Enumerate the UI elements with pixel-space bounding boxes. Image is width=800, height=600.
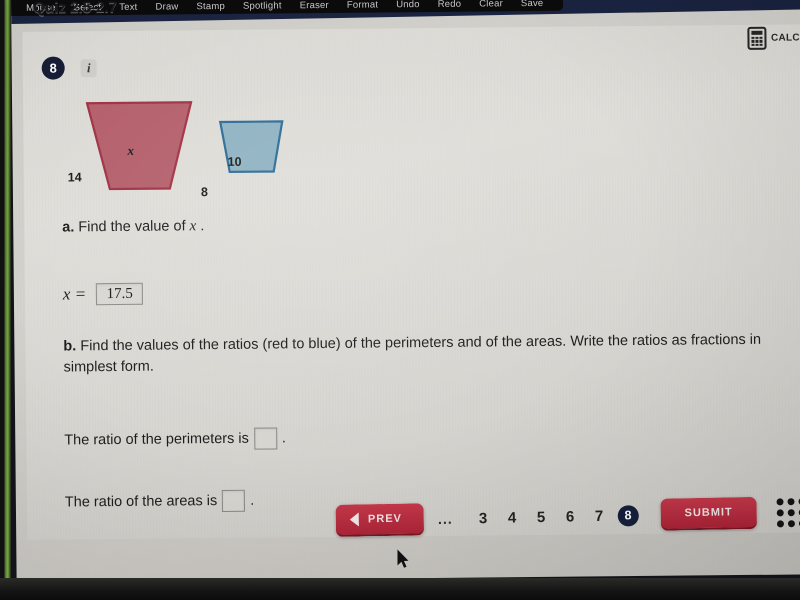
prev-button-label: PREV xyxy=(367,512,403,526)
perimeters-ratio-period: . xyxy=(281,430,286,447)
toolbar-item-save[interactable]: ▯ Save xyxy=(512,0,553,9)
figure-group: x 14 10 8 xyxy=(57,91,318,203)
question-header: 8 i xyxy=(41,56,97,80)
part-b-text: b. Find the values of the ratios (red to… xyxy=(63,330,789,379)
toolbar-label-format: Format xyxy=(346,0,379,11)
toolbar-label-redo: Redo xyxy=(437,0,462,10)
part-a-suffix: . xyxy=(196,218,205,235)
trapezoids-svg xyxy=(85,101,284,191)
toolbar-item-undo[interactable]: ↶ Undo xyxy=(387,0,429,10)
question-sheet: CALCU 8 i x 14 10 8 a. Find the value of… xyxy=(22,24,800,568)
toolbar-label-text: Text xyxy=(119,1,138,13)
grid-dots-icon[interactable] xyxy=(776,497,800,527)
page-link-3[interactable]: 3 xyxy=(468,509,497,527)
page-link-7[interactable]: 7 xyxy=(584,507,613,525)
bottom-bezel xyxy=(0,578,800,600)
blue-top-label: 10 xyxy=(227,154,242,169)
info-icon[interactable]: i xyxy=(80,58,97,77)
toolbar-item-draw[interactable]: ✎ Draw xyxy=(146,0,187,13)
page-link-6[interactable]: 6 xyxy=(555,508,584,526)
photo-frame: ▴ Mouse □ Select T Text ✎ Draw ■ Stamp ◉… xyxy=(0,0,800,600)
page-link-4[interactable]: 4 xyxy=(497,509,526,527)
toolbar-label-spotlight: Spotlight xyxy=(242,0,282,12)
blue-side-label: 8 xyxy=(200,185,208,200)
question-number-badge: 8 xyxy=(41,56,65,80)
submit-button[interactable]: SUBMIT xyxy=(660,496,758,531)
mouse-cursor xyxy=(397,549,409,568)
toolbar-label-eraser: Eraser xyxy=(299,0,329,12)
chevron-left-icon xyxy=(349,512,360,527)
toolbar-label-save: Save xyxy=(520,0,544,10)
calculator-label: CALCU xyxy=(770,32,800,44)
perimeters-ratio-label: The ratio of the perimeters is xyxy=(64,430,249,449)
page-link-current-8[interactable]: 8 xyxy=(617,504,639,527)
part-b-body: Find the values of the ratios (red to bl… xyxy=(63,331,762,376)
toolbar-label-draw: Draw xyxy=(155,1,179,13)
perimeters-ratio-row: The ratio of the perimeters is . xyxy=(64,427,286,451)
calculator-button[interactable]: CALCU xyxy=(746,26,800,50)
toolbar-item-format[interactable]: ▤ Format xyxy=(338,0,387,11)
calculator-icon xyxy=(746,26,767,50)
part-a-prefix: a. xyxy=(62,219,75,236)
page-ellipsis: ... xyxy=(437,510,453,527)
page-link-5[interactable]: 5 xyxy=(526,508,555,526)
x-answer-row: x = 17.5 xyxy=(62,282,144,306)
part-b-prefix: b. xyxy=(63,338,77,355)
toolbar-item-clear[interactable]: ☐ Clear xyxy=(470,0,512,10)
toolbar-item-stamp[interactable]: ■ Stamp xyxy=(187,0,234,12)
x-answer-input[interactable]: 17.5 xyxy=(96,282,144,306)
submit-button-label: SUBMIT xyxy=(684,506,733,520)
prev-button[interactable]: PREV xyxy=(335,503,425,537)
toolbar-label-stamp: Stamp xyxy=(196,0,225,13)
background-window-strip xyxy=(4,0,11,600)
toolbar-item-redo[interactable]: ↷ Redo xyxy=(429,0,471,10)
red-top-label: x xyxy=(127,142,135,158)
red-trapezoid xyxy=(85,101,193,191)
toolbar-label-clear: Clear xyxy=(479,0,503,10)
red-side-label: 14 xyxy=(67,170,82,185)
toolbar-label-undo: Undo xyxy=(396,0,420,11)
toolbar-item-spotlight[interactable]: ◉ Spotlight xyxy=(234,0,291,12)
part-a-body: Find the value of xyxy=(74,218,190,236)
quiz-page: ▴ Mouse □ Select T Text ✎ Draw ■ Stamp ◉… xyxy=(10,0,800,582)
x-equals-label: x = xyxy=(62,284,87,304)
toolbar-item-eraser[interactable]: ◻ Eraser xyxy=(291,0,338,11)
page-title: Quiz 2.5-2.7 xyxy=(33,0,117,17)
part-a-text: a. Find the value of x . xyxy=(62,216,204,239)
perimeters-ratio-input[interactable] xyxy=(253,427,277,450)
